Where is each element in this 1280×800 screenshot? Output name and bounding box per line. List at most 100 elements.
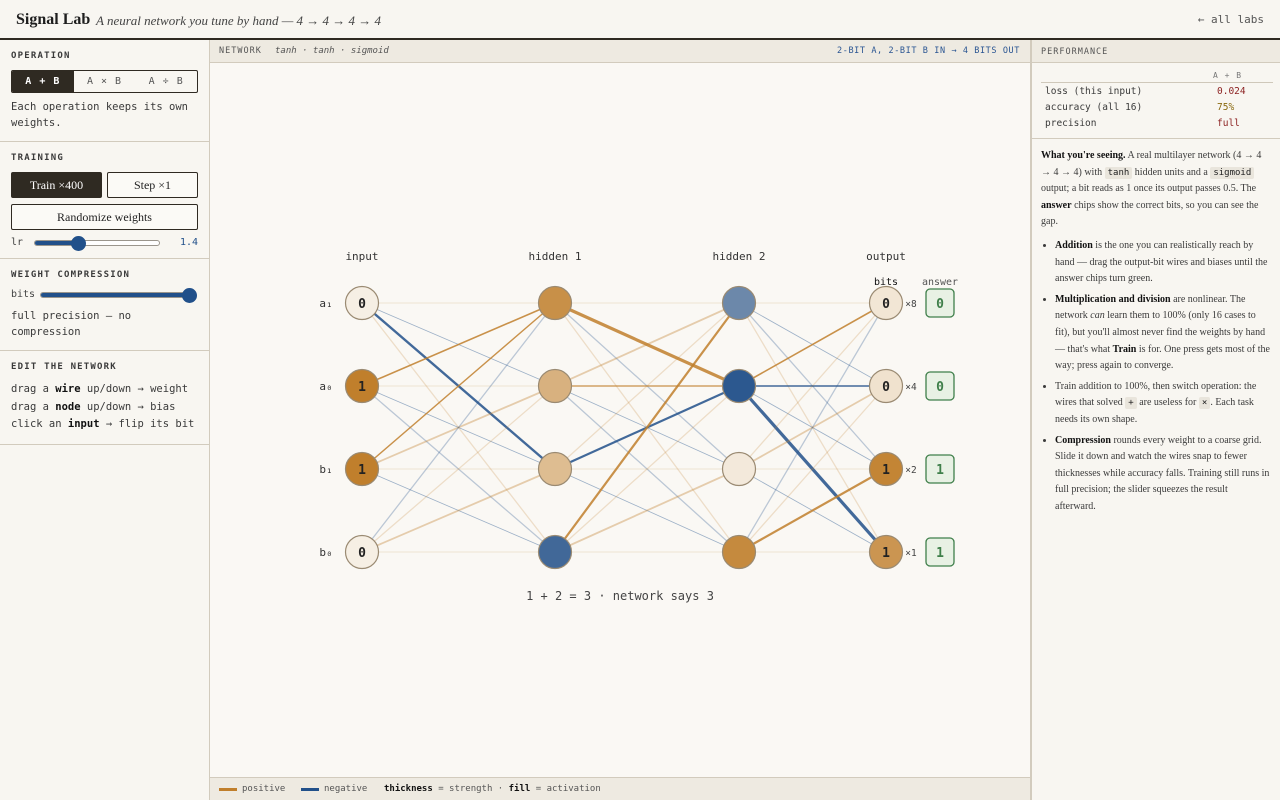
network-legend: positive negative thickness = strength ·… — [210, 777, 1030, 800]
network-panel: NETWORK tanh · tanh · sigmoid 2-BIT A, 2… — [210, 40, 1030, 800]
nodes-layer: 0 1 1 0 0 0 1 1 — [344, 285, 904, 570]
output-weight-8: ×8 — [905, 299, 917, 310]
layer-title-hidden-2: hidden 2 — [713, 250, 766, 263]
input-bit-value: 0 — [358, 546, 366, 561]
answer-chip: 0 — [925, 371, 955, 401]
compression-section: WEIGHT COMPRESSION bits full precision —… — [0, 259, 209, 351]
explanation-compression: Compression rounds every weight to a coa… — [1055, 433, 1271, 516]
training-heading: TRAINING — [11, 153, 64, 163]
network-activations: tanh · tanh · sigmoid — [275, 46, 389, 56]
legend-thickness-key: thickness — [384, 784, 433, 794]
answer-chip: 1 — [925, 454, 955, 484]
performance-table: A + B loss (this input) 0.024 accuracy (… — [1041, 71, 1273, 131]
input-bit-value: 1 — [358, 463, 366, 478]
input-name-a1: a₁ — [319, 297, 332, 310]
train-button[interactable]: Train ×400 — [11, 172, 102, 198]
operation-multiply-option[interactable]: A × B — [74, 71, 136, 92]
randomize-weights-button[interactable]: Randomize weights — [11, 204, 198, 230]
edit-hint-node: drag a node up/down → bias — [11, 400, 176, 413]
network-bar: NETWORK tanh · tanh · sigmoid 2-BIT A, 2… — [210, 40, 1030, 63]
hidden2-node[interactable] — [721, 368, 757, 404]
input-name-b1: b₁ — [319, 463, 332, 476]
output-bit-value: 0 — [882, 297, 890, 312]
wires-layer — [360, 301, 888, 554]
hidden2-node[interactable] — [721, 451, 757, 487]
answer-chip-value: 0 — [936, 380, 944, 395]
input-name-b0: b₀ — [319, 546, 332, 559]
legend-positive-label: positive — [242, 784, 286, 794]
input-name-a0: a₀ — [319, 380, 332, 393]
legend-fill-key: fill — [508, 784, 531, 794]
hidden1-node[interactable] — [537, 368, 573, 404]
performance-row: loss (this input) 0.024 — [1041, 83, 1273, 100]
hidden1-node[interactable] — [537, 534, 573, 570]
legend-encoding: thickness = strength · fill = activation — [384, 784, 601, 794]
accuracy-value: 75% — [1217, 102, 1235, 113]
hidden2-node[interactable] — [721, 285, 757, 321]
answers-layer: 0 0 1 1 — [925, 288, 955, 567]
operation-heading: OPERATION — [11, 51, 71, 61]
lr-slider-handle[interactable] — [71, 235, 87, 251]
accuracy-label: accuracy (all 16) — [1045, 102, 1143, 113]
lr-label: lr — [11, 237, 24, 248]
precision-value: full — [1217, 118, 1240, 129]
edit-section: EDIT THE NETWORK drag a wire up/down → w… — [0, 351, 209, 445]
layer-title-output: output — [866, 250, 906, 263]
hidden1-node[interactable] — [537, 451, 573, 487]
operation-section: OPERATION A + B A × B A ÷ B Each operati… — [0, 40, 209, 142]
explanation-switch: Train addition to 100%, then switch oper… — [1055, 379, 1271, 429]
bits-label: bits — [11, 289, 36, 300]
output-weight-2: ×2 — [905, 465, 916, 476]
network-label: NETWORK — [219, 46, 262, 56]
precision-label: precision — [1045, 118, 1097, 129]
bits-slider[interactable] — [40, 287, 197, 303]
edit-heading: EDIT THE NETWORK — [11, 362, 117, 372]
sidebar: OPERATION A + B A × B A ÷ B Each operati… — [0, 40, 210, 800]
hidden1-node[interactable] — [537, 285, 573, 321]
explanation-text: What you're seeing. A real multilayer ne… — [1032, 139, 1280, 528]
explanation-addition: Addition is the one you can realisticall… — [1055, 238, 1271, 288]
bits-row: bits — [11, 287, 198, 303]
performance-heading: PERFORMANCE — [1032, 40, 1280, 63]
positive-swatch — [219, 787, 237, 791]
loss-value: 0.024 — [1217, 86, 1246, 97]
bits-slider-fill — [41, 292, 189, 297]
compression-heading: WEIGHT COMPRESSION — [11, 270, 131, 280]
network-diagram: input hidden 1 hidden 2 output bits answ… — [319, 250, 958, 603]
bits-slider-handle[interactable] — [182, 287, 197, 303]
edit-hint-input: click an input → flip its bit — [11, 418, 195, 430]
answer-chip-value: 1 — [936, 463, 944, 478]
input-bit-value: 1 — [358, 380, 366, 395]
performance-row: accuracy (all 16) 75% — [1041, 99, 1273, 115]
lr-value: 1.4 — [179, 237, 198, 248]
lr-slider[interactable] — [34, 235, 160, 251]
operation-note: Each operation keeps its own weights. — [11, 101, 189, 129]
operation-selector: A + B A × B A ÷ B — [11, 70, 198, 93]
step-button[interactable]: Step ×1 — [107, 172, 198, 198]
output-weight-1: ×1 — [905, 548, 917, 559]
training-section: TRAINING Train ×400 Step ×1 Randomize we… — [0, 142, 209, 259]
performance-panel: PERFORMANCE A + B loss (this input) 0.02… — [1030, 40, 1280, 800]
output-bit-value: 1 — [882, 463, 890, 478]
app-subtitle: A neural network you tune by hand — 4 → … — [96, 13, 382, 28]
explanation-intro: What you're seeing. A real multilayer ne… — [1041, 150, 1262, 228]
edit-hint-wire: drag a wire up/down → weight — [11, 383, 189, 395]
lr-row: lr 1.4 — [11, 235, 198, 251]
operation-add-option[interactable]: A + B — [12, 71, 74, 92]
answer-chip: 1 — [925, 537, 955, 567]
output-bit-value: 1 — [882, 546, 890, 561]
layer-title-input: input — [345, 250, 378, 263]
legend-negative-label: negative — [324, 784, 368, 794]
performance-row: precision full — [1041, 115, 1273, 131]
app-title: Signal Lab — [16, 11, 91, 28]
operation-divide-option[interactable]: A ÷ B — [135, 71, 197, 92]
answer-chip-value: 0 — [936, 297, 944, 312]
hidden2-node[interactable] — [721, 534, 757, 570]
compression-status: full precision — no compression — [11, 310, 132, 338]
answer-column-header: answer — [922, 277, 958, 288]
layer-title-hidden-1: hidden 1 — [529, 250, 582, 263]
app-header: Signal Lab A neural network you tune by … — [0, 0, 1280, 40]
all-labs-link[interactable]: ← all labs — [1198, 13, 1264, 26]
network-io-note: 2-BIT A, 2-BIT B IN → 4 BITS OUT — [837, 46, 1020, 56]
output-bit-value: 0 — [882, 380, 890, 395]
